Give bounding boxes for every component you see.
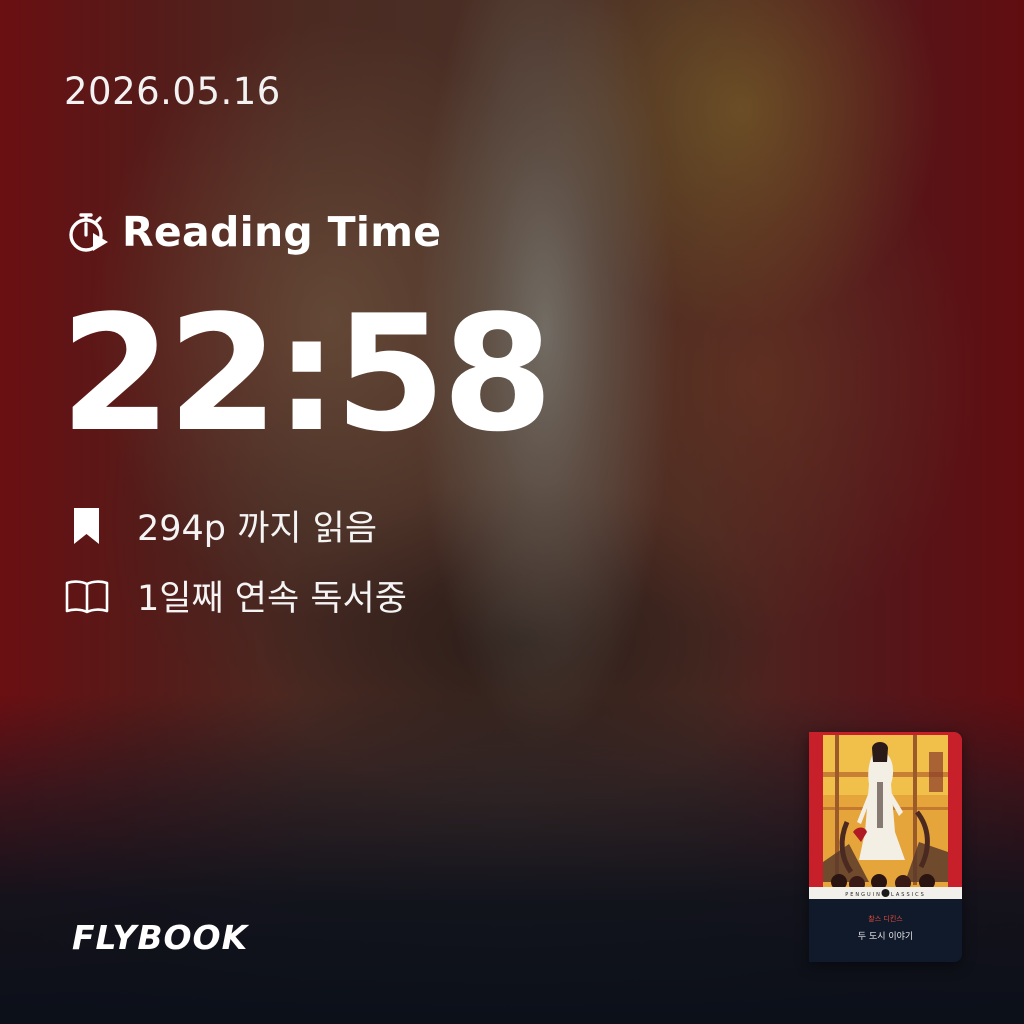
stopwatch-play-icon <box>69 213 108 252</box>
bookmark-icon <box>64 503 110 549</box>
book-author: 찰스 디킨스 <box>868 915 903 923</box>
book-series: PENGUIN CLASSICS <box>845 892 926 898</box>
book-title: 두 도시 이야기 <box>857 932 914 942</box>
book-cover: PENGUIN CLASSICS 찰스 디킨스 두 도시 이야기 <box>809 732 962 962</box>
pages-read-text: 294p 까지 읽음 <box>137 509 378 549</box>
open-book-icon <box>64 573 110 619</box>
book-cover-art <box>809 732 962 962</box>
reading-streak-stat: 1일째 연속 독서중 <box>64 570 407 621</box>
reading-time-header: Reading Time <box>64 208 441 256</box>
pages-read-stat: 294p 까지 읽음 <box>64 500 377 551</box>
reading-time-value: 22:58 <box>60 280 553 467</box>
reading-time-label: Reading Time <box>122 208 442 256</box>
flybook-logo: FLYBOOK <box>72 918 249 957</box>
reading-share-card: 2026.05.16 Reading Time 22:58 294p 까지 읽음 <box>0 0 1024 1024</box>
reading-date: 2026.05.16 <box>64 70 281 113</box>
reading-streak-text: 1일째 연속 독서중 <box>137 579 407 619</box>
